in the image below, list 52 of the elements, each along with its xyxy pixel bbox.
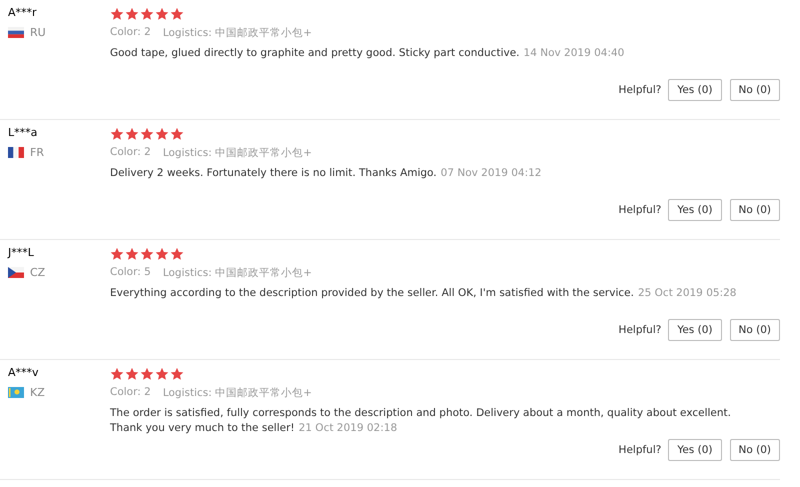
color-info: Color: 2 xyxy=(110,386,151,400)
star-icon xyxy=(140,7,154,21)
star-icon xyxy=(140,367,154,381)
yes-button[interactable]: Yes (0) xyxy=(668,199,722,221)
star-icon xyxy=(170,367,184,381)
country-code: FR xyxy=(30,146,44,159)
review-text: Delivery 2 weeks. Fortunately there is no limit. Thanks Amigo. 07 Nov 2019 04:12 xyxy=(110,166,542,181)
color-info: Color: 5 xyxy=(110,266,151,280)
country-code: CZ xyxy=(30,266,46,279)
reviewer-name: J***L xyxy=(8,246,35,259)
star-icon xyxy=(125,247,139,261)
star-icon xyxy=(125,367,139,381)
color-info: Color: 2 xyxy=(110,26,151,40)
star-icon xyxy=(140,247,154,261)
reviewer-name: L***a xyxy=(8,126,38,139)
star-icon xyxy=(125,127,139,141)
helpful-label: Helpful? xyxy=(618,204,662,216)
yes-button[interactable]: Yes (0) xyxy=(668,439,722,461)
country-code: RU xyxy=(30,26,46,39)
no-button[interactable]: No (0) xyxy=(730,319,780,341)
star-icon xyxy=(155,127,169,141)
logistics-info: Logistics: 中国邮政平常小包+ xyxy=(162,386,312,400)
country-code: KZ xyxy=(30,386,45,399)
review-text: Good tape, glued directly to graphite and pretty good. Sticky part conductive. 14 Nov 2019 04:40 xyxy=(110,46,626,61)
logistics-info: Logistics: 中国邮政平常小包+ xyxy=(162,26,312,40)
helpful-label: Helpful? xyxy=(618,84,662,96)
star-icon xyxy=(110,127,124,141)
star-icon xyxy=(110,7,124,21)
logistics-info: Logistics: 中国邮政平常小包+ xyxy=(162,146,312,160)
helpful-label: Helpful? xyxy=(618,444,662,456)
color-info: Color: 2 xyxy=(110,146,151,160)
star-icon xyxy=(170,127,184,141)
yes-button[interactable]: Yes (0) xyxy=(668,79,722,101)
star-icon xyxy=(125,7,139,21)
no-button[interactable]: No (0) xyxy=(730,199,780,221)
review-text: The order is satisfied, fully corresponds to the description and photo. Delivery about a month, quality about excellent. Thank you very much to the seller! 21 Oct 2019 02:18 xyxy=(110,406,732,436)
reviewer-name: A***v xyxy=(8,366,40,379)
logistics-info: Logistics: 中国邮政平常小包+ xyxy=(162,266,312,280)
star-icon xyxy=(155,367,169,381)
star-icon xyxy=(110,367,124,381)
star-icon xyxy=(140,127,154,141)
reviewer-name: A***r xyxy=(8,6,38,19)
star-icon xyxy=(170,247,184,261)
yes-button[interactable]: Yes (0) xyxy=(668,319,722,341)
no-button[interactable]: No (0) xyxy=(730,79,780,101)
star-icon xyxy=(155,7,169,21)
star-icon xyxy=(170,7,184,21)
star-icon xyxy=(110,247,124,261)
helpful-label: Helpful? xyxy=(618,324,662,336)
review-text: Everything according to the description provided by the seller. All OK, I'm satisfied with the service. 25 Oct 2019 05:28 xyxy=(110,286,738,301)
star-icon xyxy=(155,247,169,261)
no-button[interactable]: No (0) xyxy=(730,439,780,461)
